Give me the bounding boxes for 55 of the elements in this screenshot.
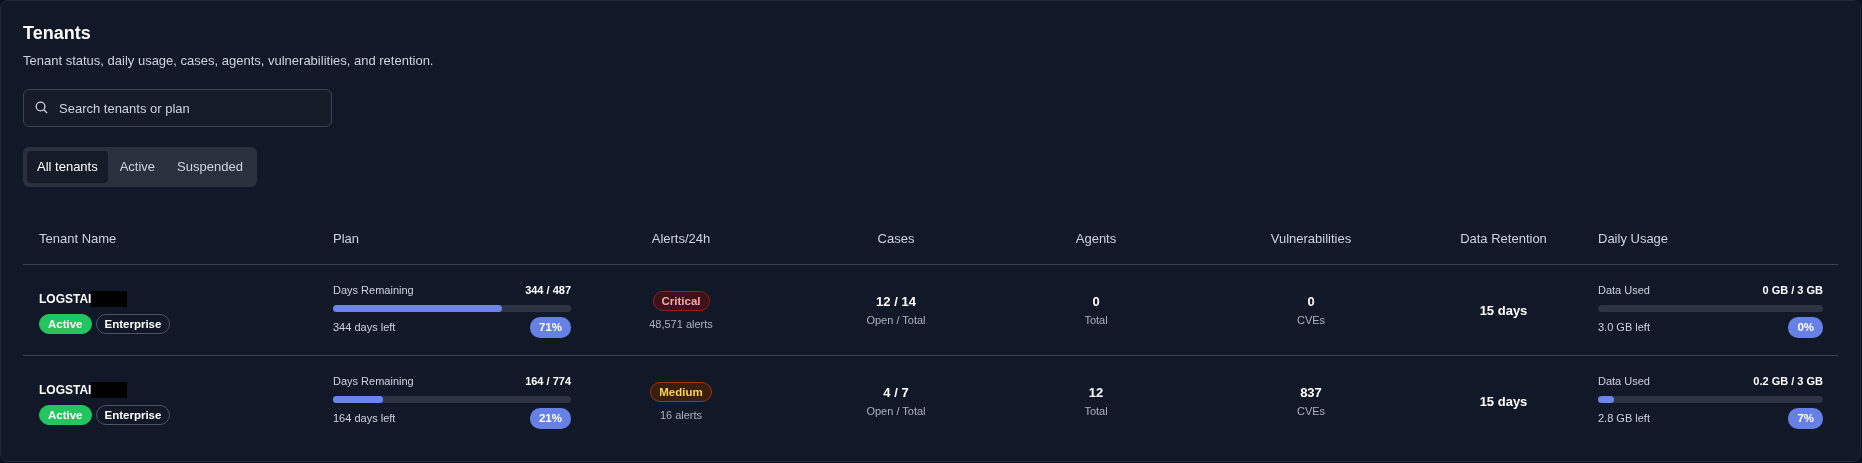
retention-value: 15 days xyxy=(1479,303,1528,319)
meter-caption: 164 days left xyxy=(333,411,396,427)
filter-tab[interactable]: Suspended xyxy=(167,151,253,183)
meter-value: 0 GB / 3 GB xyxy=(1762,283,1823,299)
stat-caption: CVEs xyxy=(1295,312,1327,328)
stat-caption: Open / Total xyxy=(865,312,927,328)
column-header: Vulnerabilities xyxy=(1270,230,1352,246)
severity-badge: Medium xyxy=(650,382,712,403)
stat-caption: Open / Total xyxy=(865,403,927,419)
meter-value: 344 / 487 xyxy=(525,283,571,299)
column-header: Daily Usage xyxy=(1598,230,1669,246)
redacted-block xyxy=(91,382,128,399)
column-header: Data Retention xyxy=(1460,230,1547,246)
stat-value: 0 xyxy=(1306,293,1316,312)
tenant-name: LOGSTAI xyxy=(39,383,92,398)
percent-badge: 7% xyxy=(1788,407,1823,430)
stat-value: 0 xyxy=(1091,293,1101,312)
alert-count: 48,571 alerts xyxy=(648,316,714,332)
column-header: Tenant Name xyxy=(39,230,117,246)
meter-label: Days Remaining xyxy=(333,374,414,390)
stat-value: 4 / 7 xyxy=(882,384,910,403)
meter-label: Days Remaining xyxy=(333,283,414,299)
severity-badge: Critical xyxy=(652,290,710,311)
meter-caption: 3.0 GB left xyxy=(1598,320,1650,336)
percent-badge: 0% xyxy=(1788,316,1823,338)
filter-tab[interactable]: All tenants xyxy=(27,151,108,183)
meter-label: Data Used xyxy=(1598,283,1650,299)
alert-count: 16 alerts xyxy=(658,408,704,424)
meter-caption: 344 days left xyxy=(333,320,396,336)
search-field[interactable]: Search tenants or plan xyxy=(23,89,332,128)
status-badge: Active xyxy=(39,314,92,335)
redacted-block xyxy=(91,290,128,307)
percent-badge: 21% xyxy=(529,407,571,430)
column-header: Alerts/24h xyxy=(651,230,711,246)
meter-value: 0.2 GB / 3 GB xyxy=(1753,374,1823,390)
search-icon xyxy=(35,101,48,115)
stat-caption: Total xyxy=(1083,312,1109,328)
stat-value: 12 xyxy=(1087,384,1105,403)
tenant-name: LOGSTAI xyxy=(39,292,92,307)
column-header: Cases xyxy=(877,230,915,246)
stat-value: 12 / 14 xyxy=(875,293,917,312)
stat-caption: Total xyxy=(1083,403,1109,419)
filter-tab[interactable]: Active xyxy=(109,151,166,183)
status-badge: Active xyxy=(39,405,92,426)
stat-caption: CVEs xyxy=(1295,403,1327,419)
column-header: Agents xyxy=(1075,230,1117,246)
column-header: Plan xyxy=(333,230,360,246)
meter-label: Data Used xyxy=(1598,374,1650,390)
stat-value: 837 xyxy=(1299,384,1323,403)
percent-badge: 71% xyxy=(529,316,571,338)
meter-value: 164 / 774 xyxy=(525,374,571,390)
meter-caption: 2.8 GB left xyxy=(1598,411,1650,427)
page-subtitle: Tenant status, daily usage, cases, agents, vulnerabilities, and retention. xyxy=(23,51,435,70)
retention-value: 15 days xyxy=(1479,394,1528,410)
page-title: Tenants xyxy=(23,23,92,45)
